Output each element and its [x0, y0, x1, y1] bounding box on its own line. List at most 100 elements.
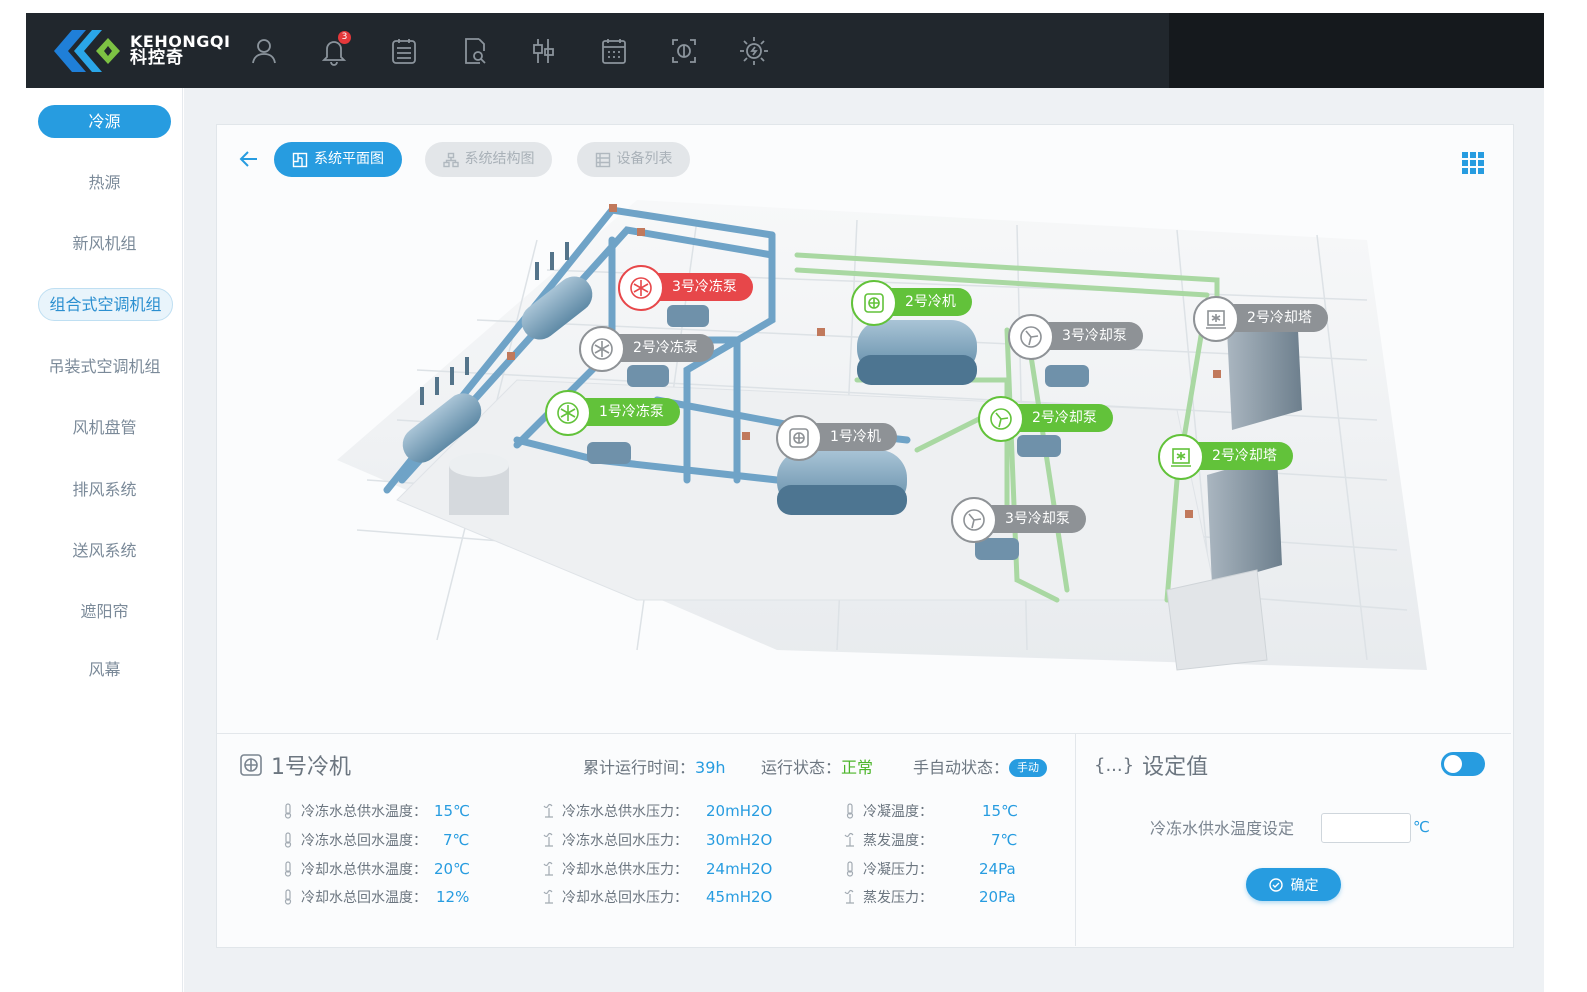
snowflake-pump-icon: [545, 390, 591, 436]
param-row: 冷却水总回水压力： 45mH2O: [542, 887, 772, 907]
param-row: 冷凝压力： 24Pa: [843, 859, 1016, 879]
tab-label: 系统平面图: [314, 151, 384, 167]
chiller-icon: [776, 415, 822, 461]
param-row: 冷凝温度： 15℃: [843, 801, 1018, 821]
sidebar-item-air-curtain[interactable]: 风幕: [38, 653, 171, 686]
sidebar-item-fan-coil[interactable]: 风机盘管: [38, 411, 171, 444]
pressure-icon: [844, 832, 854, 847]
sidebar-item-sunshade[interactable]: 遮阳帘: [38, 595, 171, 628]
confirm-button[interactable]: 确定: [1246, 868, 1341, 901]
label-cooling-pump-3b[interactable]: 3号冷却泵: [951, 497, 1086, 543]
tab-label: 系统结构图: [464, 151, 535, 167]
logo-mark-icon: [54, 30, 120, 72]
thermometer-icon: [284, 861, 292, 877]
tab-device-list[interactable]: 设备列表: [577, 142, 690, 177]
label-cooling-pump-2[interactable]: 2号冷却泵: [978, 396, 1113, 442]
calendar-icon[interactable]: [594, 31, 634, 71]
chilled-water-supply-temp-input[interactable]: [1321, 813, 1411, 843]
top-bar-right-area: [1169, 13, 1544, 88]
param-row: 冷冻水总回水温度： 7℃: [281, 830, 469, 850]
label-cooling-tower-2b[interactable]: 2号冷却塔: [1158, 434, 1293, 480]
snowflake-pump-icon: [579, 326, 625, 372]
label-chilled-pump-3[interactable]: 3号冷冻泵: [618, 265, 753, 311]
pressure-icon: [543, 832, 553, 847]
panel-divider-vertical: [1075, 734, 1076, 946]
label-chiller-2[interactable]: 2号冷机: [851, 280, 972, 326]
setpoint-toggle[interactable]: [1441, 752, 1485, 776]
setpoint-unit: ℃: [1413, 818, 1430, 836]
tab-system-structure[interactable]: 系统结构图: [425, 142, 552, 177]
grid-view-icon[interactable]: [1462, 152, 1484, 174]
bell-icon[interactable]: 3: [314, 31, 354, 71]
sidebar-item-ceiling-ahu[interactable]: 吊装式空调机组: [38, 350, 171, 383]
fan-pump-icon: [978, 396, 1024, 442]
brand-logo[interactable]: KEHONGQI 科控奇: [52, 25, 230, 77]
pressure-icon: [543, 889, 553, 904]
plant-room-illustration: [337, 200, 1427, 671]
runtime-stat: 累计运行时间：39h: [583, 758, 726, 777]
fan-pump-icon: [1008, 314, 1054, 360]
check-circle-icon: [1268, 877, 1283, 892]
braces-icon: {...}: [1094, 754, 1135, 776]
param-row: 冷冻水总供水压力： 20mH2O: [542, 801, 772, 821]
notification-badge: 3: [338, 31, 351, 44]
label-chiller-1[interactable]: 1号冷机: [776, 415, 897, 461]
param-row: 蒸发温度： 7℃: [843, 830, 1017, 850]
thermometer-icon: [284, 889, 292, 905]
panel-divider: [217, 733, 1511, 734]
cooling-tower-icon: [1158, 434, 1204, 480]
thermometer-icon: [846, 803, 854, 819]
clipboard-icon[interactable]: [384, 31, 424, 71]
mode-stat: 手自动状态： 手动: [913, 754, 1048, 778]
pressure-icon: [543, 803, 553, 818]
setpoint-field-label: 冷冻水供水温度设定: [1150, 819, 1295, 838]
brand-name-cn: 科控奇: [130, 48, 184, 69]
pressure-icon: [844, 889, 854, 904]
param-row: 冷却水总回水温度： 12%: [281, 887, 469, 907]
param-row: 蒸发压力： 20Pa: [843, 887, 1016, 907]
sidebar: 冷源 热源 新风机组 组合式空调机组 吊装式空调机组 风机盘管 排风系统 送风系…: [26, 88, 183, 992]
sidebar-item-cold-source[interactable]: 冷源: [38, 105, 171, 138]
pressure-icon: [543, 861, 553, 876]
structure-icon: [442, 152, 459, 167]
user-icon[interactable]: [244, 31, 284, 71]
sidebar-item-combined-ahu[interactable]: 组合式空调机组: [38, 288, 173, 321]
floorplan-icon: [292, 152, 308, 167]
label-chilled-pump-1[interactable]: 1号冷冻泵: [545, 390, 680, 436]
run-state-value: 正常: [841, 758, 874, 777]
sidebar-item-exhaust-system[interactable]: 排风系统: [38, 473, 171, 506]
sidebar-item-heat-source[interactable]: 热源: [38, 166, 171, 199]
chiller-icon: [851, 280, 897, 326]
label-cooling-tower-2a[interactable]: 2号冷却塔: [1193, 296, 1328, 342]
tools-icon[interactable]: [524, 31, 564, 71]
sun-icon[interactable]: [734, 31, 774, 71]
thermometer-icon: [284, 803, 292, 819]
device-panel-title: 1号冷机: [239, 749, 351, 781]
label-chilled-pump-2[interactable]: 2号冷冻泵: [579, 326, 714, 372]
tab-system-plan[interactable]: 系统平面图: [274, 142, 402, 177]
document-search-icon[interactable]: [454, 31, 494, 71]
sidebar-item-fresh-air-unit[interactable]: 新风机组: [38, 227, 171, 260]
label-cooling-pump-3a[interactable]: 3号冷却泵: [1008, 314, 1143, 360]
system-plan-schematic: 3号冷冻泵 2号冷冻泵 1号冷冻泵 2号冷机 1号冷机 3号冷却泵 2号冷却泵 …: [217, 180, 1511, 732]
sidebar-item-supply-system[interactable]: 送风系统: [38, 534, 171, 567]
back-arrow-icon[interactable]: [238, 148, 260, 170]
runtime-value: 39h: [695, 758, 726, 777]
tab-label: 设备列表: [616, 151, 673, 167]
top-nav-icons: 3: [244, 31, 804, 71]
scan-icon[interactable]: [664, 31, 704, 71]
list-icon: [595, 152, 610, 167]
thermometer-icon: [846, 861, 854, 877]
param-row: 冷冻水总供水温度： 15℃: [281, 801, 470, 821]
param-row: 冷冻水总回水压力： 30mH2O: [542, 830, 772, 850]
chiller-icon: [240, 754, 262, 776]
cooling-tower-icon: [1193, 296, 1239, 342]
toggle-knob: [1444, 755, 1462, 773]
top-bar: KEHONGQI 科控奇 3: [26, 13, 1544, 88]
thermometer-icon: [284, 832, 292, 848]
fan-pump-icon: [951, 497, 997, 543]
setpoint-panel-title: {...} 设定值: [1094, 754, 1209, 781]
run-state-stat: 运行状态：正常: [761, 758, 874, 777]
mode-badge[interactable]: 手动: [1009, 759, 1048, 777]
snowflake-pump-icon: [618, 265, 664, 311]
